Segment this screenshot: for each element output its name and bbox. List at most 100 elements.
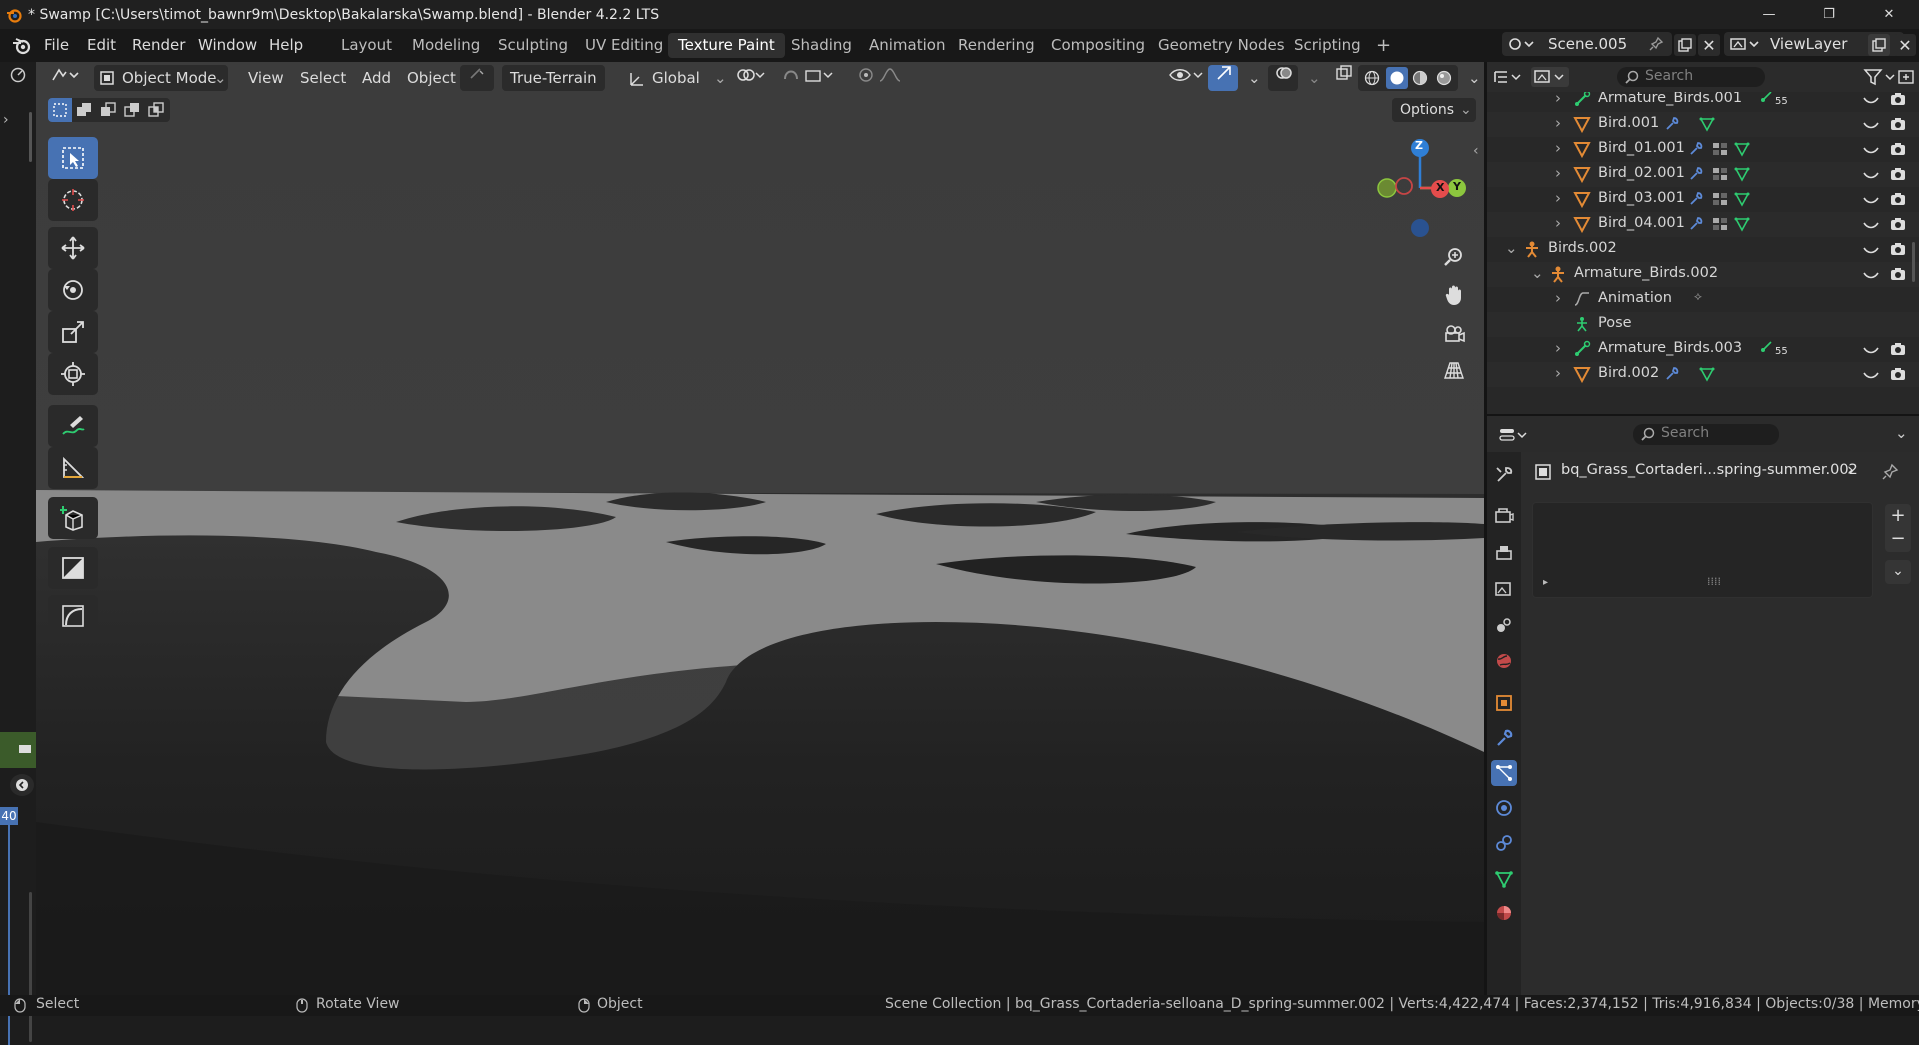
output-tab-icon[interactable] [1491,540,1517,566]
modifier-wrench-icon[interactable] [1664,116,1680,132]
mesh-data-tab-icon[interactable] [1491,866,1517,892]
expand-toggle-icon[interactable]: › [1555,289,1561,307]
3d-viewport[interactable] [36,62,1484,995]
outliner-row[interactable]: › Bird.002 [1487,362,1919,387]
add-menu[interactable]: Add [354,65,399,91]
pin-icon[interactable] [1881,463,1899,481]
constraints-tab-icon[interactable] [1491,830,1517,856]
remove-uv-map-button[interactable]: − [1885,528,1911,552]
select-invert-icon[interactable] [120,98,144,122]
outliner-row[interactable]: › Bird_01.001 [1487,137,1919,162]
cursor-tool[interactable] [48,179,98,221]
eye-visibility-icon[interactable] [1862,265,1880,283]
solid-shading-icon[interactable] [1386,67,1408,89]
menu-edit[interactable]: Edit [87,34,116,56]
curve-tool[interactable] [48,595,98,637]
eye-visibility-icon[interactable] [1862,240,1880,258]
object-menu[interactable]: Object [399,65,464,91]
list-resize-handle[interactable]: ⁞⁞⁞⁞ [1707,575,1721,588]
menu-render[interactable]: Render [132,34,185,56]
render-camera-icon[interactable] [1889,92,1907,108]
outliner-row[interactable]: › Armature_Birds.001 55 [1487,92,1919,112]
material-preview-icon[interactable] [1412,70,1428,86]
perspective-toggle-icon[interactable] [1440,356,1468,384]
expand-toggle-icon[interactable]: › [1555,164,1561,182]
select-menu[interactable]: Select [292,65,354,91]
scale-tool[interactable] [48,311,98,353]
expand-toggle-icon[interactable]: › [1555,189,1561,207]
uv-map-list[interactable]: ▸ ⁞⁞⁞⁞ [1532,502,1873,598]
expand-toggle-icon[interactable]: › [1555,139,1561,157]
outliner-row[interactable]: › Animation ⟡ [1487,287,1919,312]
image-tool[interactable] [48,547,98,589]
render-camera-icon[interactable] [1889,140,1907,158]
camera-view-icon[interactable] [1440,319,1468,347]
overlays-dropdown-icon[interactable]: ⌄ [1300,65,1322,91]
object-tab-icon[interactable] [1491,690,1517,716]
scene-selector[interactable]: Scene.005 [1502,32,1672,56]
eye-visibility-icon[interactable] [1862,92,1880,108]
expand-toggle-icon[interactable]: › [1555,339,1561,357]
eye-visibility-icon[interactable] [1862,340,1880,358]
new-collection-icon[interactable] [1897,68,1915,86]
tab-texture-paint[interactable]: Texture Paint [668,33,785,58]
proportional-editing-icon[interactable] [850,65,908,91]
list-expand-icon[interactable]: ▸ [1543,577,1548,588]
add-cube-tool[interactable] [48,497,98,539]
eye-visibility-icon[interactable] [1862,215,1880,233]
delete-view-layer-icon[interactable]: ✕ [1894,34,1916,56]
delete-scene-icon[interactable]: ✕ [1698,34,1720,56]
select-subtract-icon[interactable] [96,98,120,122]
tab-uv-editing[interactable]: UV Editing [575,33,673,58]
material-tab-icon[interactable] [1491,900,1517,926]
current-frame-indicator[interactable]: 40 [0,807,18,825]
render-camera-icon[interactable] [1889,115,1907,133]
render-camera-icon[interactable] [1889,215,1907,233]
outliner-row[interactable]: Pose [1487,312,1919,337]
eye-visibility-icon[interactable] [1862,115,1880,133]
new-scene-icon[interactable] [1674,34,1696,56]
navigation-gizmo[interactable]: Z Y X [1370,132,1480,242]
wireframe-shading-icon[interactable] [1364,70,1380,86]
outliner-scrollbar[interactable] [1912,242,1915,282]
outliner-row[interactable]: › Bird.001 [1487,112,1919,137]
add-uv-map-button[interactable]: + [1885,504,1911,528]
menu-file[interactable]: File [44,34,69,56]
brush-icon[interactable] [460,65,494,91]
view-menu[interactable]: View [240,65,292,91]
expand-toggle-icon[interactable]: › [1555,92,1561,107]
annotate-tool[interactable] [48,405,98,447]
menu-window[interactable]: Window [198,34,257,56]
tab-scripting[interactable]: Scripting [1284,33,1371,58]
tab-compositing[interactable]: Compositing [1041,33,1155,58]
physics-tab-icon[interactable] [1491,795,1517,821]
tab-sculpting[interactable]: Sculpting [488,33,578,58]
visibility-icon[interactable] [1160,65,1208,91]
render-camera-icon[interactable] [1889,190,1907,208]
maximize-button[interactable]: ❐ [1806,0,1852,29]
render-camera-icon[interactable] [1889,340,1907,358]
xray-icon[interactable] [1328,65,1358,91]
rotate-tool[interactable] [48,269,98,311]
tool-tab-icon[interactable] [1491,462,1517,488]
move-tool[interactable] [48,227,98,269]
measure-tool[interactable] [48,447,98,489]
outliner-editor-type-icon[interactable] [1493,68,1523,86]
gizmo-dropdown-icon[interactable]: ⌄ [1240,65,1262,91]
expand-toggle-icon[interactable]: › [1555,114,1561,132]
blender-menu-icon[interactable] [12,37,32,55]
select-box-tool[interactable] [48,137,98,179]
playback-icon[interactable] [10,774,34,796]
gizmo-toggle-icon[interactable] [1208,65,1238,91]
select-intersect-icon[interactable] [144,98,168,122]
expand-toggle-icon[interactable]: › [1555,214,1561,232]
outliner-row[interactable]: › Bird_03.001 [1487,187,1919,212]
expand-toggle-icon[interactable]: ⌄ [1505,239,1518,257]
particles-tab-icon[interactable] [1491,760,1517,786]
expand-toggle-icon[interactable]: ⌄ [1531,264,1544,282]
pan-hand-icon[interactable] [1440,281,1468,309]
uv-specials-menu[interactable]: ⌄ [1885,560,1911,584]
new-view-layer-icon[interactable] [1868,34,1890,56]
outliner-row[interactable]: › Armature_Birds.003 55 [1487,337,1919,362]
object-mode-dropdown[interactable]: Object Mode ⌄ [94,65,228,91]
